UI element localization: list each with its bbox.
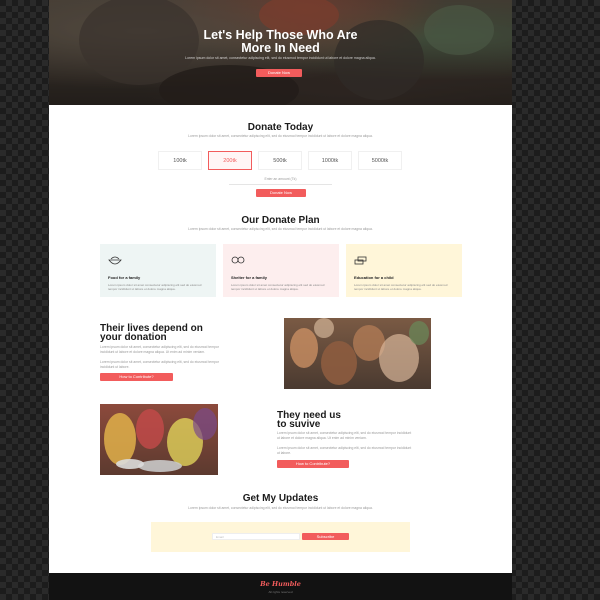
- custom-amount-field[interactable]: Enter an amount (Tk): [229, 177, 332, 185]
- hero-title: Let's Help Those Who Are More In Need: [49, 29, 512, 55]
- hero-title-line2: More In Need: [241, 41, 320, 55]
- donate-title: Donate Today: [247, 122, 314, 133]
- hero-banner: Let's Help Those Who Are More In Need Lo…: [49, 0, 512, 105]
- plan-card-title: Education for a child: [354, 275, 394, 280]
- story1-title-line2: your donation: [100, 332, 167, 343]
- plan-card-title: Shelter for a family: [231, 275, 268, 280]
- amount-option-1000[interactable]: 1000tk: [308, 151, 352, 170]
- amount-option-500[interactable]: 500tk: [258, 151, 302, 170]
- subscribe-button[interactable]: Subscribe: [302, 533, 349, 540]
- story2-paragraph-1: Lorem ipsum dolor sit amet, consectetur …: [277, 431, 412, 440]
- story1-paragraph-2: Lorem ipsum dolor sit amet, consectetur …: [100, 360, 219, 369]
- plan-title: Our Donate Plan: [241, 215, 320, 226]
- story2-title-line2: to suvive: [277, 419, 321, 430]
- amount-option-5000[interactable]: 5000tk: [358, 151, 402, 170]
- plan-card-title: Food for a family: [108, 275, 141, 280]
- plan-card-food[interactable]: Food for a family Lorem ipsum dolor sit …: [100, 244, 216, 297]
- story1-title: Their lives depend on your donation: [100, 324, 203, 343]
- story2-title: They need us to suvive: [277, 411, 341, 430]
- plan-card-desc: Lorem ipsum dolor sit amet consectetur a…: [231, 283, 325, 291]
- plan-card-desc: Lorem ipsum dolor sit amet consectetur a…: [354, 283, 448, 291]
- donate-button[interactable]: Donate Now: [256, 189, 306, 197]
- updates-desc: Lorem ipsum dolor sit amet, consectetur …: [188, 506, 373, 510]
- story2-contribute-button[interactable]: How to Contribute?: [277, 460, 349, 468]
- plan-desc: Lorem ipsum dolor sit amet, consectetur …: [188, 227, 373, 231]
- women-photo: [100, 404, 218, 475]
- amount-option-100[interactable]: 100tk: [158, 151, 202, 170]
- plan-card-desc: Lorem ipsum dolor sit amet consectetur a…: [108, 283, 202, 291]
- footer-brand-logo[interactable]: Be Humble: [49, 580, 512, 588]
- updates-title: Get My Updates: [242, 493, 319, 504]
- amount-option-200[interactable]: 200tk: [208, 151, 252, 170]
- landing-page: Let's Help Those Who Are More In Need Lo…: [49, 0, 512, 600]
- hero-subtitle: Lorem ipsum dolor sit amet, consectetur …: [185, 56, 376, 60]
- crowd-photo: [284, 318, 431, 389]
- email-input[interactable]: Email: [212, 533, 300, 540]
- plan-card-education[interactable]: Education for a child Lorem ipsum dolor …: [346, 244, 462, 297]
- women-photo-art: [104, 408, 217, 472]
- newsletter-box: Email Subscribe: [151, 522, 410, 552]
- footer-copyright: All rights reserved: [268, 590, 293, 594]
- hero-donate-button[interactable]: Donate Now: [256, 69, 302, 77]
- education-icon: [354, 256, 367, 265]
- story1-paragraph-1: Lorem ipsum dolor sit amet, consectetur …: [100, 345, 219, 354]
- plan-card-shelter[interactable]: Shelter for a family Lorem ipsum dolor s…: [223, 244, 339, 297]
- story2-paragraph-2: Lorem ipsum dolor sit amet, consectetur …: [277, 446, 412, 455]
- footer: Be Humble All rights reserved: [49, 573, 512, 600]
- food-bowl-icon: [108, 256, 122, 265]
- donate-desc: Lorem ipsum dolor sit amet, consectetur …: [188, 134, 373, 138]
- shelter-icon: [231, 256, 245, 264]
- crowd-photo-art: [290, 318, 429, 385]
- story1-contribute-button[interactable]: How to Contribute?: [100, 373, 173, 381]
